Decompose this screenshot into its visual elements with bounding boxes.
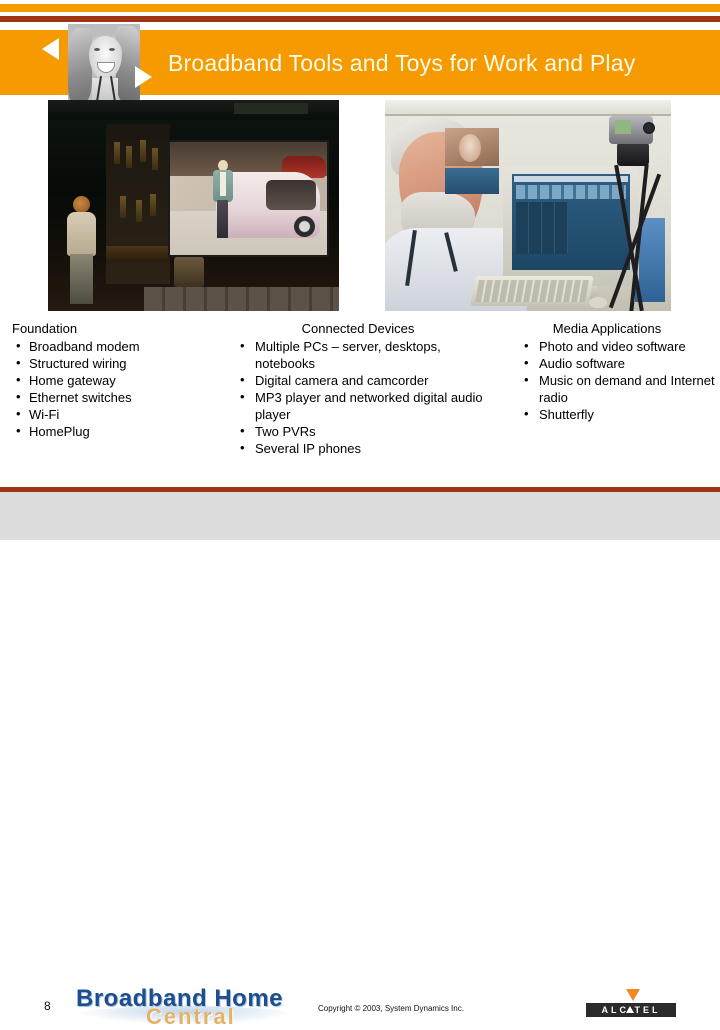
list-item: Shutterfly xyxy=(520,405,716,423)
smiling-woman-photo xyxy=(68,24,140,102)
bottle xyxy=(152,148,158,170)
counter xyxy=(106,246,170,262)
person-legs xyxy=(70,254,93,304)
list-item: Ethernet switches xyxy=(12,388,220,406)
column-bullet-list: Broadband modem Structured wiring Home g… xyxy=(12,337,220,440)
bottle xyxy=(140,140,146,162)
stone-wall xyxy=(144,287,339,311)
right-arrow-icon xyxy=(135,66,152,88)
list-item: Several IP phones xyxy=(236,439,494,457)
top-accent-bar-red xyxy=(0,16,720,22)
app-thumbnail-grid xyxy=(516,202,568,254)
pedestal xyxy=(174,257,204,287)
copyright-text: Copyright © 2003, System Dynamics Inc. xyxy=(318,1004,464,1013)
app-title-bar xyxy=(514,176,628,182)
column-foundation: Foundation Broadband modem Structured wi… xyxy=(12,320,220,440)
projection-screen xyxy=(170,142,327,255)
column-title: Media Applications xyxy=(552,321,662,336)
list-item: Photo and video software xyxy=(520,337,716,355)
app-preview-face xyxy=(459,134,481,162)
column-title: Connected Devices xyxy=(301,321,415,336)
page-title: Broadband Tools and Toys for Work and Pl… xyxy=(168,50,636,76)
mouse xyxy=(589,297,607,308)
screen-car-wheel xyxy=(294,216,315,237)
eye-left xyxy=(94,48,100,51)
eye-right xyxy=(109,48,115,51)
list-item: Two PVRs xyxy=(236,422,494,440)
top-accent-bar-orange xyxy=(0,4,720,12)
screen-person-shirt xyxy=(220,172,226,196)
hair-left xyxy=(68,28,92,102)
column-bullet-list: Multiple PCs – server, desktops, noteboo… xyxy=(236,337,494,457)
list-item: MP3 player and networked digital audio p… xyxy=(236,388,494,423)
list-item: Home gateway xyxy=(12,371,220,389)
camcorder-lcd-screen xyxy=(615,120,631,134)
monitor-screen xyxy=(512,174,630,270)
logo-line-2: Central xyxy=(146,1004,236,1029)
list-item: Music on demand and Internet radio xyxy=(520,371,716,406)
bottle xyxy=(120,196,126,218)
list-item: Audio software xyxy=(520,354,716,372)
column-media-applications: Media Applications Photo and video softw… xyxy=(498,320,716,423)
broadband-home-central-logo: Broadband Home Central xyxy=(70,984,302,1030)
standing-person xyxy=(57,196,109,304)
page-number: 8 xyxy=(44,999,51,1013)
list-item: Digital camera and camcorder xyxy=(236,371,494,389)
list-item: Wi-Fi xyxy=(12,405,220,423)
person-torso xyxy=(67,212,96,256)
list-item: Broadband modem xyxy=(12,337,220,355)
alcatel-triangle-icon xyxy=(626,989,640,1001)
column-bullet-list: Photo and video software Audio software … xyxy=(520,337,716,423)
tripod-head xyxy=(617,142,649,166)
list-item: Structured wiring xyxy=(12,354,220,372)
video-editing-photo xyxy=(385,100,671,311)
bottle xyxy=(126,146,132,168)
screen-car-window xyxy=(266,180,316,210)
keyboard-keys xyxy=(475,280,589,302)
person-head xyxy=(73,196,90,213)
bottle xyxy=(136,200,142,222)
ceiling-panel xyxy=(234,103,308,114)
left-arrow-icon xyxy=(42,38,59,60)
column-connected-devices: Connected Devices Multiple PCs – server,… xyxy=(222,320,494,457)
alcatel-logo-inner-triangle-icon xyxy=(626,1006,634,1013)
bottle xyxy=(150,194,156,216)
bottle xyxy=(114,142,120,164)
app-control-panel xyxy=(445,168,499,194)
home-theater-photo xyxy=(48,100,339,311)
list-item: HomePlug xyxy=(12,422,220,440)
slide-footer: 8 Broadband Home Central Copyright © 200… xyxy=(0,492,720,1029)
column-title: Foundation xyxy=(12,321,78,336)
shelving-unit xyxy=(106,124,170,284)
list-item: Multiple PCs – server, desktops, noteboo… xyxy=(236,337,494,372)
app-toolbar-icons xyxy=(516,185,626,199)
screen-person xyxy=(212,160,234,238)
screen-person-legs xyxy=(217,200,228,238)
camcorder-lens xyxy=(643,122,655,134)
alcatel-logo: ALC TEL xyxy=(586,1003,676,1017)
